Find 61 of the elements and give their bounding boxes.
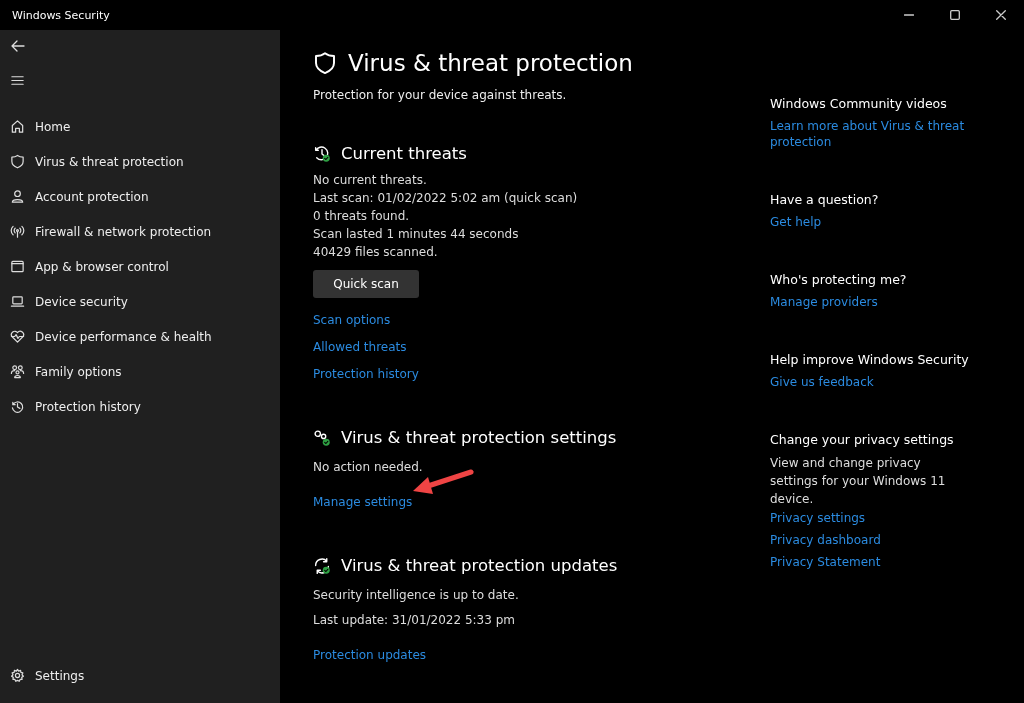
- link[interactable]: Learn more about Virus & threat protection: [770, 118, 970, 150]
- heartbeat-icon: [10, 329, 25, 344]
- status-text: No current threats.: [313, 172, 428, 189]
- sidebar-item[interactable]: Device security: [0, 284, 280, 319]
- section-heading: Current threats: [341, 144, 467, 163]
- maximize-icon[interactable]: [950, 10, 960, 20]
- back-arrow-icon[interactable]: [10, 38, 26, 54]
- antenna-icon: [10, 224, 25, 239]
- status-text: No action needed.: [313, 459, 424, 476]
- link[interactable]: Privacy Statement: [770, 554, 881, 570]
- refresh-check-icon: [313, 556, 331, 575]
- sidebar-item[interactable]: Virus & threat protection: [0, 144, 280, 179]
- status-text: Security intelligence is up to date.: [313, 587, 520, 604]
- panel-heading: Change your privacy settings: [770, 432, 954, 447]
- status-text: Last scan: 01/02/2022 5:02 am (quick scan): [313, 190, 579, 207]
- gears-check-icon: [313, 428, 331, 447]
- panel-heading: Help improve Windows Security: [770, 352, 969, 367]
- status-text: 40429 files scanned.: [313, 244, 439, 261]
- laptop-icon: [10, 294, 25, 309]
- family-icon: [10, 364, 25, 379]
- link[interactable]: Give us feedback: [770, 374, 874, 390]
- settings-item[interactable]: Settings: [0, 658, 280, 693]
- section-heading: Virus & threat protection updates: [341, 556, 618, 575]
- quick-scan-button[interactable]: Quick scan: [313, 270, 419, 298]
- page-title: Virus & threat protection: [348, 50, 633, 76]
- window-title: Windows Security: [11, 8, 110, 22]
- sidebar-item[interactable]: App & browser control: [0, 249, 280, 284]
- link[interactable]: Privacy dashboard: [770, 532, 881, 548]
- panel-text: View and change privacy settings for your Windows 11 device.: [770, 455, 947, 508]
- link[interactable]: Privacy settings: [770, 510, 866, 526]
- sidebar-item[interactable]: Firewall & network protection: [0, 214, 280, 249]
- sidebar-item[interactable]: Home: [0, 109, 280, 144]
- panel-heading: Have a question?: [770, 192, 879, 207]
- shield-icon: [313, 51, 337, 75]
- status-text: Scan lasted 1 minutes 44 seconds: [313, 226, 520, 243]
- sidebar-item[interactable]: Protection history: [0, 389, 280, 424]
- link[interactable]: Manage providers: [770, 294, 878, 310]
- sidebar-item[interactable]: Device performance & health: [0, 319, 280, 354]
- sidebar-item[interactable]: Account protection: [0, 179, 280, 214]
- panel-heading: Who's protecting me?: [770, 272, 907, 287]
- link[interactable]: Get help: [770, 214, 822, 230]
- window-icon: [10, 259, 25, 274]
- status-text: Last update: 31/01/2022 5:33 pm: [313, 612, 516, 629]
- section-heading: Virus & threat protection settings: [341, 428, 617, 447]
- link[interactable]: Protection history: [313, 361, 419, 388]
- status-text: 0 threats found.: [313, 208, 411, 225]
- link[interactable]: Allowed threats: [313, 334, 407, 361]
- settings-icon: [10, 668, 25, 683]
- page-subtitle: Protection for your device against threats.: [313, 88, 568, 102]
- menu-icon[interactable]: [10, 73, 25, 88]
- panel-heading: Windows Community videos: [770, 96, 947, 111]
- clock-check-icon: [313, 144, 331, 163]
- link[interactable]: Manage settings: [313, 489, 413, 516]
- shield-icon: [10, 154, 25, 169]
- person-icon: [10, 189, 25, 204]
- home-icon: [10, 119, 25, 134]
- link[interactable]: Protection updates: [313, 642, 427, 669]
- history-icon: [10, 399, 25, 414]
- sidebar-item[interactable]: Family options: [0, 354, 280, 389]
- close-icon[interactable]: [996, 10, 1006, 20]
- link[interactable]: Scan options: [313, 307, 391, 334]
